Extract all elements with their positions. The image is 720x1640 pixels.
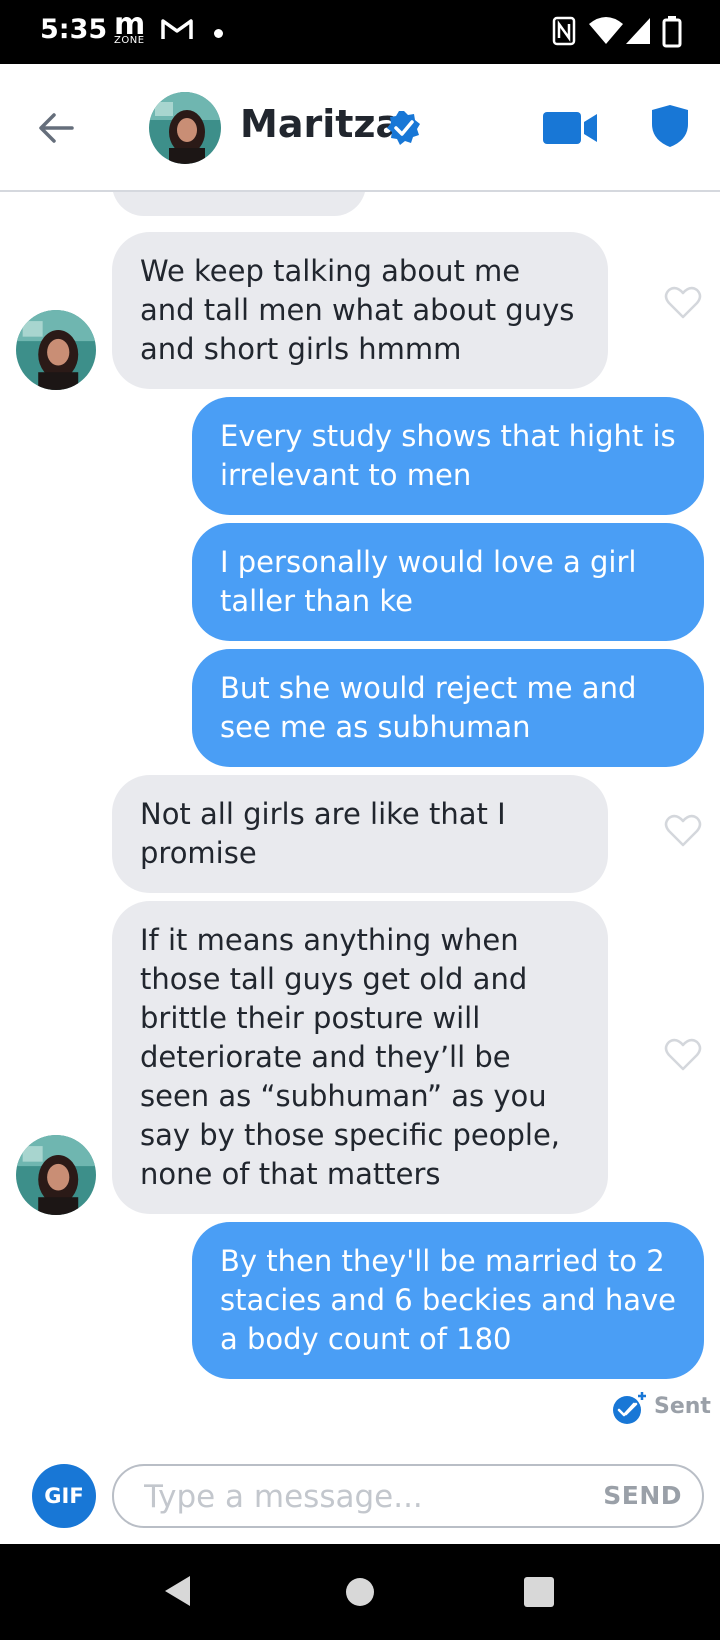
message-thread[interactable]: We keep talking about me and tall men wh… (0, 192, 720, 1454)
match-name[interactable]: Maritza (240, 102, 401, 146)
signal-icon (626, 18, 650, 44)
message-composer: SEND (112, 1464, 704, 1528)
message-bubble-incoming[interactable]: We keep talking about me and tall men wh… (112, 232, 608, 389)
like-heart-icon[interactable] (664, 814, 702, 848)
like-heart-icon[interactable] (664, 286, 702, 320)
nav-home-icon[interactable] (346, 1578, 374, 1606)
gif-button[interactable]: GIF (32, 1464, 96, 1528)
send-button[interactable]: SEND (603, 1481, 682, 1510)
avatar[interactable] (149, 92, 221, 164)
message-bubble-outgoing[interactable]: But she would reject me and see me as su… (192, 649, 704, 767)
battery-icon (662, 16, 682, 48)
message-bubble-incoming[interactable]: Not all girls are like that I promise (112, 775, 608, 893)
zone-logo-label: ZONE (114, 35, 145, 46)
nav-recents-icon[interactable] (524, 1577, 554, 1607)
video-call-icon[interactable] (542, 110, 598, 146)
nfc-icon (552, 16, 576, 46)
verified-badge-icon (387, 111, 420, 145)
sent-check-icon (613, 1392, 646, 1424)
dot-icon (214, 29, 223, 38)
back-arrow-icon[interactable] (38, 112, 74, 144)
message-bubble-incoming[interactable]: If it means anything when those tall guy… (112, 901, 608, 1214)
zone-logo: m ZONE (114, 10, 145, 46)
status-bar: 5:35 m ZONE (0, 0, 720, 64)
avatar[interactable] (16, 1135, 96, 1215)
system-nav-bar (0, 1544, 720, 1640)
profile-photo (16, 310, 96, 390)
message-bubble-incoming[interactable] (112, 192, 366, 216)
message-bubble-outgoing[interactable]: Every study shows that hight is irreleva… (192, 397, 704, 515)
sent-status: Sent (654, 1394, 711, 1419)
like-heart-icon[interactable] (664, 1038, 702, 1072)
avatar[interactable] (16, 310, 96, 390)
chat-header: Maritza (0, 64, 720, 192)
profile-photo (149, 92, 221, 164)
message-bubble-outgoing[interactable]: I personally would love a girl taller th… (192, 523, 704, 641)
profile-photo (16, 1135, 96, 1215)
nav-back-icon[interactable] (162, 1574, 192, 1608)
status-time: 5:35 (40, 14, 108, 45)
mail-icon (161, 19, 193, 39)
message-input[interactable] (142, 1474, 566, 1520)
message-bubble-outgoing[interactable]: By then they'll be married to 2 stacies … (192, 1222, 704, 1379)
safety-shield-icon[interactable] (650, 104, 690, 148)
wifi-icon (589, 17, 623, 44)
